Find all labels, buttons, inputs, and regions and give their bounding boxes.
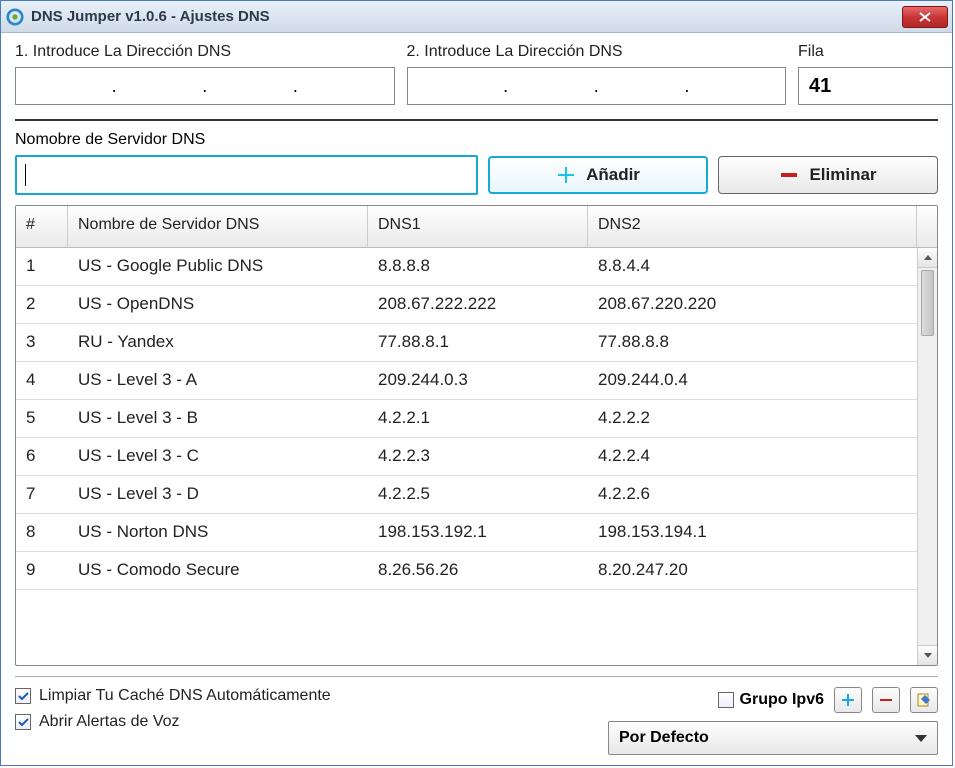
delete-button-label: Eliminar <box>809 165 876 185</box>
cell-dns2: 4.2.2.6 <box>588 476 917 513</box>
cell-dns1: 4.2.2.5 <box>368 476 588 513</box>
cell-dns2: 8.8.4.4 <box>588 248 917 285</box>
group-delete-button[interactable] <box>872 687 900 713</box>
delete-button[interactable]: Eliminar <box>718 156 938 194</box>
dns1-label: 1. Introduce La Dirección DNS <box>15 43 395 61</box>
dns1-input[interactable]: . . . <box>15 67 395 105</box>
cell-dns2: 8.20.247.20 <box>588 552 917 589</box>
cell-dns2: 77.88.8.8 <box>588 324 917 361</box>
cell-num: 5 <box>16 400 68 437</box>
cell-name: RU - Yandex <box>68 324 368 361</box>
server-name-input[interactable] <box>15 155 478 195</box>
dns2-label: 2. Introduce La Dirección DNS <box>407 43 787 61</box>
table-row[interactable]: 5US - Level 3 - B4.2.2.14.2.2.2 <box>16 400 917 438</box>
cell-name: US - Level 3 - B <box>68 400 368 437</box>
clear-cache-checkbox[interactable]: Limpiar Tu Caché DNS Automáticamente <box>15 687 588 705</box>
cell-num: 7 <box>16 476 68 513</box>
cell-dns1: 208.67.222.222 <box>368 286 588 323</box>
separator <box>15 119 938 121</box>
cell-num: 1 <box>16 248 68 285</box>
cell-dns1: 8.26.56.26 <box>368 552 588 589</box>
cell-dns2: 208.67.220.220 <box>588 286 917 323</box>
col-dns2[interactable]: DNS2 <box>588 206 917 247</box>
table-row[interactable]: 4US - Level 3 - A209.244.0.3209.244.0.4 <box>16 362 917 400</box>
vertical-scrollbar[interactable] <box>917 248 937 665</box>
cell-dns1: 4.2.2.1 <box>368 400 588 437</box>
scrollbar-up-icon[interactable] <box>918 248 937 268</box>
server-name-label: Nomobre de Servidor DNS <box>15 131 938 149</box>
scrollbar-thumb[interactable] <box>921 270 934 336</box>
add-button-label: Añadir <box>586 165 640 185</box>
voice-alerts-label: Abrir Alertas de Voz <box>39 713 180 731</box>
dns-table: # Nombre de Servidor DNS DNS1 DNS2 1US -… <box>15 205 938 666</box>
cell-dns2: 4.2.2.4 <box>588 438 917 475</box>
cell-name: US - Level 3 - D <box>68 476 368 513</box>
cell-num: 3 <box>16 324 68 361</box>
cell-name: US - OpenDNS <box>68 286 368 323</box>
title-bar: DNS Jumper v1.0.6 - Ajustes DNS <box>1 1 952 33</box>
cell-dns1: 8.8.8.8 <box>368 248 588 285</box>
plus-icon <box>556 165 576 185</box>
app-icon <box>5 7 25 27</box>
table-row[interactable]: 1US - Google Public DNS8.8.8.88.8.4.4 <box>16 248 917 286</box>
minus-icon <box>779 165 799 185</box>
table-header: # Nombre de Servidor DNS DNS1 DNS2 <box>16 206 937 248</box>
group-add-button[interactable] <box>834 687 862 713</box>
group-ipv6-label: Grupo Ipv6 <box>740 691 824 709</box>
cell-num: 4 <box>16 362 68 399</box>
checkbox-checked-icon <box>15 688 31 704</box>
dns2-input[interactable]: . . . <box>407 67 787 105</box>
cell-dns2: 198.153.194.1 <box>588 514 917 551</box>
group-dropdown-value: Por Defecto <box>619 729 709 747</box>
app-window: DNS Jumper v1.0.6 - Ajustes DNS 1. Intro… <box>0 0 953 766</box>
close-button[interactable] <box>902 6 948 28</box>
checkbox-unchecked-icon <box>718 692 734 708</box>
window-title: DNS Jumper v1.0.6 - Ajustes DNS <box>31 8 902 25</box>
col-name[interactable]: Nombre de Servidor DNS <box>68 206 368 247</box>
col-dns1[interactable]: DNS1 <box>368 206 588 247</box>
cell-name: US - Level 3 - C <box>68 438 368 475</box>
col-num[interactable]: # <box>16 206 68 247</box>
fila-label: Fila <box>798 43 938 61</box>
table-row[interactable]: 8US - Norton DNS198.153.192.1198.153.194… <box>16 514 917 552</box>
cell-name: US - Norton DNS <box>68 514 368 551</box>
cell-name: US - Google Public DNS <box>68 248 368 285</box>
cell-dns2: 209.244.0.4 <box>588 362 917 399</box>
cell-num: 8 <box>16 514 68 551</box>
add-button[interactable]: Añadir <box>488 156 708 194</box>
fila-input[interactable] <box>798 67 952 105</box>
checkbox-checked-icon <box>15 714 31 730</box>
group-dropdown[interactable]: Por Defecto <box>608 721 938 755</box>
table-row[interactable]: 3RU - Yandex77.88.8.177.88.8.8 <box>16 324 917 362</box>
table-row[interactable]: 7US - Level 3 - D4.2.2.54.2.2.6 <box>16 476 917 514</box>
scrollbar-down-icon[interactable] <box>918 645 937 665</box>
table-row[interactable]: 6US - Level 3 - C4.2.2.34.2.2.4 <box>16 438 917 476</box>
table-row[interactable]: 2US - OpenDNS208.67.222.222208.67.220.22… <box>16 286 917 324</box>
cell-dns2: 4.2.2.2 <box>588 400 917 437</box>
voice-alerts-checkbox[interactable]: Abrir Alertas de Voz <box>15 713 588 731</box>
group-ipv6-checkbox[interactable]: Grupo Ipv6 <box>718 691 824 709</box>
cell-num: 2 <box>16 286 68 323</box>
cell-num: 6 <box>16 438 68 475</box>
chevron-down-icon <box>915 729 927 747</box>
cell-dns1: 77.88.8.1 <box>368 324 588 361</box>
clear-cache-label: Limpiar Tu Caché DNS Automáticamente <box>39 687 331 705</box>
cell-name: US - Comodo Secure <box>68 552 368 589</box>
group-edit-button[interactable] <box>910 687 938 713</box>
cell-dns1: 198.153.192.1 <box>368 514 588 551</box>
bottom-bar: Limpiar Tu Caché DNS Automáticamente Abr… <box>15 676 938 755</box>
table-row[interactable]: 9US - Comodo Secure8.26.56.268.20.247.20 <box>16 552 917 590</box>
content-area: 1. Introduce La Dirección DNS . . . 2. I… <box>1 33 952 765</box>
cell-num: 9 <box>16 552 68 589</box>
cell-dns1: 4.2.2.3 <box>368 438 588 475</box>
cell-dns1: 209.244.0.3 <box>368 362 588 399</box>
text-cursor <box>25 164 26 186</box>
cell-name: US - Level 3 - A <box>68 362 368 399</box>
